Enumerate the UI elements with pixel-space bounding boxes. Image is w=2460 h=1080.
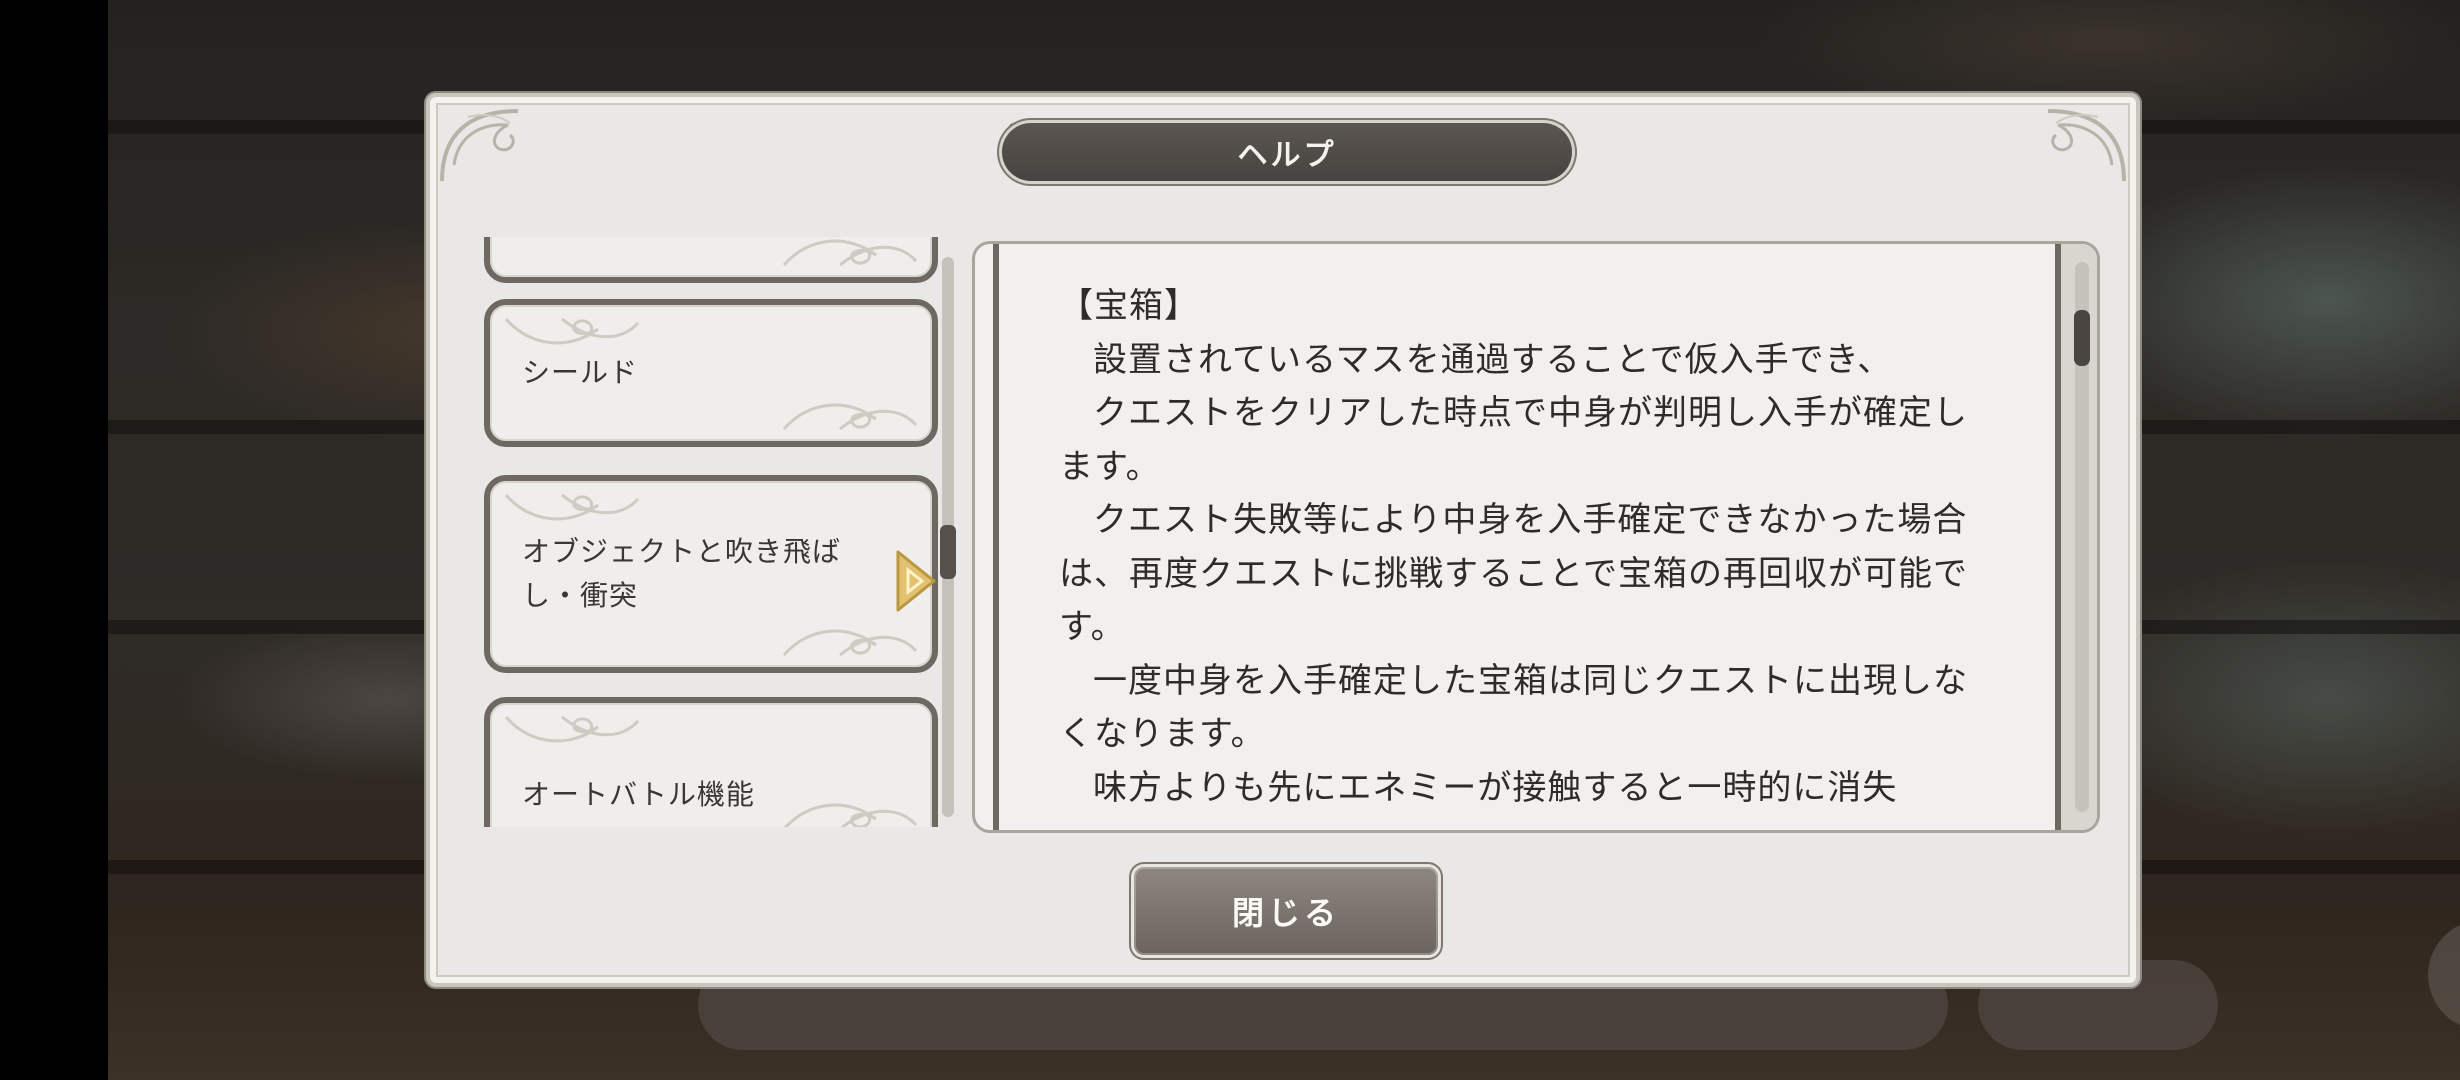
topic-label: オブジェクトと吹き飛ばし・衝突 <box>522 535 842 612</box>
content-scrollbar[interactable] <box>2074 262 2090 812</box>
content-heading: 【宝箱】 <box>1059 286 1199 326</box>
title-plate: ヘルプ <box>990 113 1584 191</box>
topic-list[interactable]: シールド オブジェクトと吹き飛ばし・衝突 オートバトル機能 <box>484 237 944 827</box>
topic-item-shield[interactable]: シールド <box>484 299 938 447</box>
content-paragraph: 味方よりも先にエネミーが接触すると一時的に消失 <box>1093 767 1898 808</box>
content-paragraph: クエストをクリアした時点で中身が判明し入手が確定します。 <box>1059 393 1968 487</box>
content-paragraph: 設置されているマスを通過することで仮入手でき、 <box>1093 339 1893 380</box>
swirl-ornament-icon <box>782 629 918 657</box>
help-content-panel: 【宝箱】 設置されているマスを通過することで仮入手でき、 クエストをクリアした時… <box>972 241 2100 833</box>
selected-arrow-icon <box>896 550 936 612</box>
corner-ornament-icon <box>2047 109 2126 182</box>
dialog-title: ヘルプ <box>1237 138 1337 173</box>
swirl-ornament-icon <box>504 715 640 743</box>
help-dialog: ヘルプ シールド オブジェクトと吹き飛ばし・衝突 オートバトル機能 【宝箱】 設… <box>426 93 2140 987</box>
swirl-ornament-icon <box>782 403 918 431</box>
content-paragraph: 一度中身を入手確定した宝箱は同じクエストに出現しなくなります。 <box>1059 660 1968 755</box>
topic-list-scrollbar-thumb[interactable] <box>940 525 956 579</box>
topic-item-auto-battle[interactable]: オートバトル機能 <box>484 697 938 827</box>
corner-ornament-icon <box>440 109 519 182</box>
topic-list-scrollbar[interactable] <box>940 257 956 817</box>
swirl-ornament-icon <box>783 803 918 827</box>
topic-label: シールド <box>522 356 639 389</box>
close-button[interactable]: 閉じる <box>1134 867 1438 955</box>
content-scrollbar-thumb[interactable] <box>2074 310 2090 366</box>
swirl-ornament-icon <box>782 239 918 267</box>
topic-item-objects-knockback-collision[interactable]: オブジェクトと吹き飛ばし・衝突 <box>484 475 938 673</box>
swirl-ornament-icon <box>504 317 640 345</box>
content-paragraph: クエスト失敗等により中身を入手確定できなかった場合は、再度クエストに挑戦すること… <box>1059 500 1968 647</box>
topic-item[interactable] <box>484 237 938 283</box>
swirl-ornament-icon <box>504 493 640 521</box>
help-content-text: 【宝箱】 設置されているマスを通過することで仮入手でき、 クエストをクリアした時… <box>1059 280 1979 815</box>
